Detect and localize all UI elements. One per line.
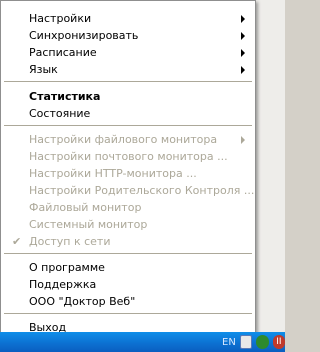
system-tray: EN II [210,332,285,352]
tray-context-menu: Настройки Синхронизировать Расписание Яз… [0,0,256,342]
menu-item-parental-control-settings: Настройки Родительского Контроля ... [3,182,255,199]
menu-item-label: Настройки почтового монитора ... [29,150,228,163]
menu-item-label: Настройки файлового монитора [29,133,218,146]
menu-item-label: Файловый монитор [29,201,142,214]
menu-separator [4,313,252,314]
language-indicator[interactable]: EN [222,337,236,348]
menu-item-label: Настройки Родительского Контроля ... [29,184,255,197]
menu-item-label: ООО "Доктор Веб" [29,295,136,308]
menu-item-label: Статистика [29,90,101,103]
menu-item-synchronize[interactable]: Синхронизировать [3,27,253,44]
menu-item-label: Язык [29,63,58,76]
menu-separator [4,81,252,82]
menu-item-statistics[interactable]: Статистика [3,88,253,105]
menu-item-label: Синхронизировать [29,29,139,42]
menu-item-schedule[interactable]: Расписание [3,44,253,61]
menu-item-network-access: ✔ Доступ к сети [3,233,253,250]
menu-item-state[interactable]: Состояние [3,105,253,122]
menu-item-about[interactable]: О программе [3,259,253,276]
menu-item-language[interactable]: Язык [3,61,253,78]
menu-item-label: Состояние [29,107,91,120]
checkmark-icon: ✔ [12,235,22,248]
menu-item-support[interactable]: Поддержка [3,276,253,293]
menu-item-label: Расписание [29,46,97,59]
menu-item-file-monitor-settings: Настройки файлового монитора [3,131,253,148]
menu-item-settings[interactable]: Настройки [3,10,253,27]
menu-item-label: Поддержка [29,278,97,291]
submenu-arrow-icon [241,15,245,23]
security-tray-icon[interactable] [256,335,269,349]
menu-item-mail-monitor-settings: Настройки почтового монитора ... [3,148,253,165]
menu-item-system-monitor: Системный монитор [3,216,253,233]
submenu-arrow-icon [241,66,245,74]
desktop-background [256,0,285,332]
menu-separator [4,125,252,126]
menu-separator [4,253,252,254]
menu-item-label: Доступ к сети [29,235,111,248]
submenu-arrow-icon [241,49,245,57]
menu-item-file-monitor: Файловый монитор [3,199,253,216]
menu-item-http-monitor-settings: Настройки HTTP-монитора ... [3,165,253,182]
taskbar: EN II [0,332,285,352]
menu-item-label: О программе [29,261,105,274]
network-tray-icon[interactable] [239,335,253,349]
submenu-arrow-icon [241,32,245,40]
antivirus-tray-icon[interactable]: II [272,335,285,349]
menu-item-label: Настройки [29,12,92,25]
menu-item-label: Системный монитор [29,218,148,231]
submenu-arrow-icon [241,136,245,144]
menu-item-label: Настройки HTTP-монитора ... [29,167,197,180]
menu-item-company[interactable]: ООО "Доктор Веб" [3,293,253,310]
